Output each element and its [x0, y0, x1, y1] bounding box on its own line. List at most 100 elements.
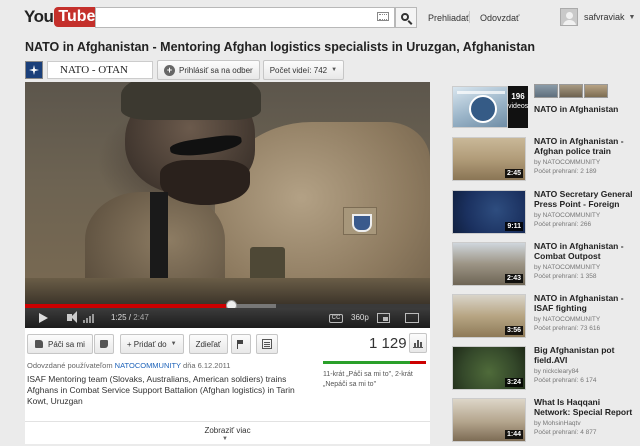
playlist-thumbnail[interactable]: 196 videos [452, 84, 528, 128]
video-duration: 3:56 [504, 326, 523, 335]
related-video-title[interactable]: Big Afghanistan pot field.AVI [534, 345, 638, 365]
user-menu[interactable]: safvraviak ▼ [560, 8, 635, 26]
upload-date: dňa 6.12.2011 [183, 361, 231, 370]
uploader-prefix: Odovzdané používateľom [27, 361, 113, 370]
statistics-button[interactable] [409, 333, 427, 353]
channel-name[interactable]: NATO - OTAN [47, 61, 153, 79]
playlist-title[interactable]: NATO in Afghanistan [534, 104, 638, 114]
playlist-count-number: 196 [511, 92, 525, 101]
quality-button[interactable]: 360p [351, 313, 369, 322]
related-video-title[interactable]: What Is Haqqani Network: Special Report [534, 397, 638, 417]
related-video-views: Počet prehraní: 2 189 [534, 168, 597, 175]
video-thumbnail[interactable]: 2:43 [452, 242, 526, 286]
video-beard [160, 160, 250, 205]
video-player[interactable]: 1:25 / 2:47 CC 360p [25, 82, 430, 328]
popout-icon[interactable] [377, 313, 390, 323]
video-duration: 2:43 [504, 274, 523, 283]
share-button[interactable]: Zdieľať [188, 334, 228, 354]
related-video-item[interactable]: 1:44 What Is Haqqani Network: Special Re… [450, 397, 640, 446]
like-button[interactable]: Páči sa mi [27, 334, 93, 354]
related-video-title[interactable]: NATO in Afghanistan - Afghan police trai… [534, 136, 638, 156]
search-icon [401, 12, 409, 21]
related-video-item[interactable]: 2:43 NATO in Afghanistan - Combat Outpos… [450, 241, 640, 290]
view-count: 1 129 [369, 335, 407, 352]
related-video-channel: by NATOCOMMUNITY [534, 212, 601, 219]
time-total: 2:47 [133, 313, 149, 322]
related-video-item[interactable]: 3:24 Big Afghanistan pot field.AVI by ni… [450, 345, 640, 394]
video-duration: 9:11 [505, 222, 523, 231]
related-video-title[interactable]: NATO in Afghanistan - ISAF fighting [534, 293, 638, 313]
related-video-channel: by nickcleary84 [534, 368, 579, 375]
related-video-channel: by NATOCOMMUNITY [534, 159, 601, 166]
related-video-title[interactable]: NATO in Afghanistan - Combat Outpost [534, 241, 638, 261]
like-label: Páči sa mi [48, 339, 85, 349]
video-thumbnail[interactable]: 1:44 [452, 398, 526, 442]
captions-button[interactable]: CC [329, 314, 343, 323]
thumbs-down-icon [99, 340, 108, 348]
transcript-button[interactable] [255, 334, 278, 354]
avatar [560, 8, 578, 26]
videos-count-button[interactable]: Počet videí: 742 ▼ [262, 60, 345, 80]
video-frame[interactable] [25, 82, 430, 304]
videos-count-label: Počet videí: 742 [269, 65, 328, 75]
search-input[interactable] [95, 7, 395, 28]
playlist-mini-thumb [534, 84, 558, 98]
sentiment-bar [323, 361, 426, 364]
add-to-button[interactable]: + Pridať do ▼ [119, 334, 184, 354]
sentiment-bar-likes [323, 361, 411, 364]
related-video-item[interactable]: 2:45 NATO in Afghanistan - Afghan police… [450, 136, 640, 185]
channel-row: NATO - OTAN + Prihlásiť sa na odber Poče… [25, 60, 345, 80]
related-video-title[interactable]: NATO Secretary General Press Point - For… [534, 189, 638, 209]
uploader-info: Odovzdané používateľom NATOCOMMUNITY dňa… [27, 361, 230, 370]
related-video-item[interactable]: 3:56 NATO in Afghanistan - ISAF fighting… [450, 293, 640, 342]
subscribe-label: Prihlásiť sa na odber [179, 65, 253, 75]
slovak-flag-patch [343, 207, 377, 235]
volume-icon[interactable] [67, 311, 77, 323]
video-soldier-cap [121, 82, 261, 120]
flag-icon [237, 339, 244, 349]
subscribe-button[interactable]: + Prihlásiť sa na odber [157, 60, 260, 80]
nav-divider [469, 11, 470, 23]
video-thumbnail[interactable]: 2:45 [452, 137, 526, 181]
nav-upload-link[interactable]: Odovzdať [480, 13, 519, 23]
fullscreen-icon[interactable] [405, 313, 419, 323]
related-sidebar: 196 videos NATO in Afghanistan 2:45 NATO… [450, 84, 640, 444]
dislike-button[interactable] [93, 334, 114, 354]
chevron-down-icon: ▼ [170, 341, 177, 347]
time-current: 1:25 [111, 313, 127, 322]
transcript-icon [261, 339, 272, 349]
playlist-item[interactable]: 196 videos NATO in Afghanistan [450, 84, 640, 132]
video-duration: 1:44 [504, 430, 523, 439]
volume-slider[interactable] [83, 313, 94, 323]
thumbs-up-icon [35, 340, 43, 348]
flag-button[interactable] [230, 334, 251, 354]
divider [25, 421, 430, 422]
logo-tube-text: Tube [54, 7, 100, 27]
uploader-link[interactable]: NATOCOMMUNITY [115, 361, 181, 370]
related-video-views: Počet prehraní: 266 [534, 221, 592, 228]
nato-star-icon [29, 65, 39, 75]
playlist-count: 196 videos [508, 86, 528, 128]
video-thumbnail[interactable]: 3:24 [452, 346, 526, 390]
video-thumbnail[interactable]: 3:56 [452, 294, 526, 338]
search-button[interactable] [395, 7, 417, 28]
playlist-cover-image [452, 86, 508, 128]
bar-chart-icon [413, 339, 423, 348]
video-thumbnail[interactable]: 9:11 [452, 190, 526, 234]
channel-logo-icon[interactable] [25, 61, 43, 79]
show-more-button[interactable]: Zobraziť viac [25, 426, 430, 435]
related-video-channel: by NATOCOMMUNITY [534, 264, 601, 271]
video-title: NATO in Afghanistan - Mentoring Afghan l… [25, 40, 535, 54]
plus-icon: + [164, 64, 175, 76]
related-video-item[interactable]: 9:11 NATO Secretary General Press Point … [450, 189, 640, 238]
play-icon[interactable] [39, 313, 48, 323]
keyboard-icon[interactable] [377, 12, 389, 21]
related-video-views: Počet prehraní: 6 174 [534, 377, 597, 384]
playlist-count-label: videos [508, 103, 529, 110]
add-label: + Pridať do [126, 339, 167, 349]
youtube-logo[interactable]: You Tube [24, 7, 100, 27]
chevron-down-icon[interactable]: ▼ [222, 436, 228, 442]
video-duration: 3:24 [504, 378, 523, 387]
nav-browse-link[interactable]: Prehliadať [428, 13, 469, 23]
related-video-views: Počet prehraní: 73 616 [534, 325, 601, 332]
